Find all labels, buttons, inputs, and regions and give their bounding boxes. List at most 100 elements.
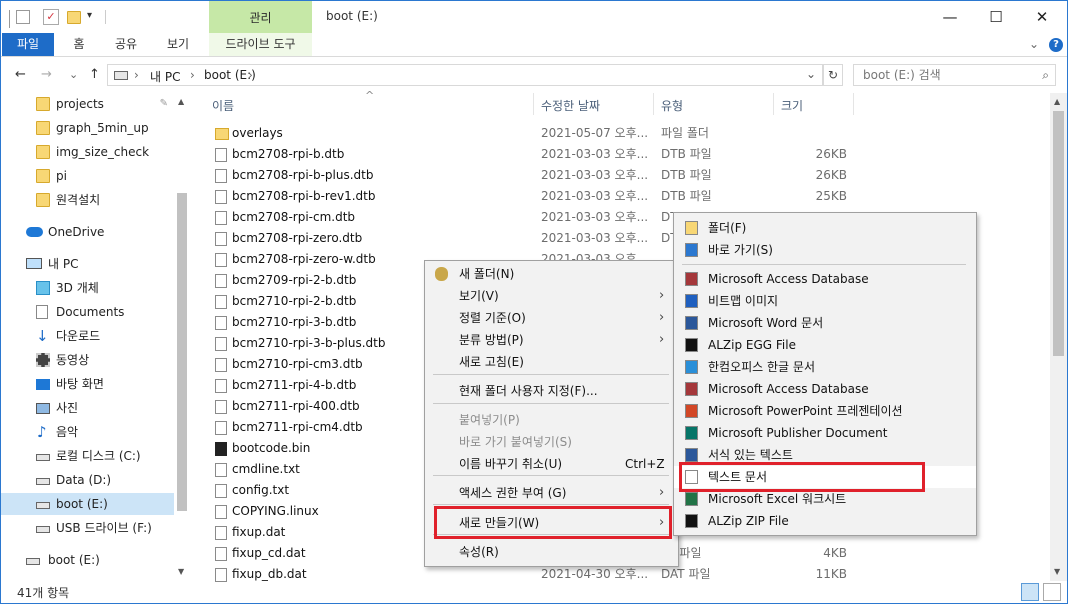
tab-share[interactable]: 공유	[104, 33, 148, 56]
search-input[interactable]: boot (E:) 검색 ⌕	[853, 64, 1056, 86]
context-menu-item[interactable]: 정렬 기준(O) ›	[425, 307, 678, 329]
manage-context-tab[interactable]: 관리	[209, 1, 312, 33]
file-row[interactable]: overlays 2021-05-07 오후... 파일 폴더	[197, 123, 1049, 144]
nav-item-3d[interactable]: 3D 개체	[1, 277, 176, 299]
tab-view[interactable]: 보기	[153, 33, 203, 56]
tab-home[interactable]: 홈	[59, 33, 99, 56]
file-date: 2021-05-07 오후...	[541, 126, 649, 140]
nav-scrollbar[interactable]: ▲ ▼	[174, 93, 190, 581]
nav-item-drive-d[interactable]: Data (D:)	[1, 469, 176, 491]
submenu-item[interactable]: 비트맵 이미지	[674, 290, 976, 312]
context-menu-item[interactable]: 현재 폴더 사용자 지정(F)...	[425, 380, 678, 402]
column-name[interactable]: 이름	[212, 97, 234, 114]
scroll-down-icon[interactable]: ▼	[1054, 567, 1060, 576]
context-menu-item[interactable]: 이름 바꾸기 취소(U) Ctrl+Z	[425, 453, 678, 475]
submenu-item[interactable]: ALZip EGG File	[674, 334, 976, 356]
nav-item-onedrive[interactable]: OneDrive	[1, 221, 176, 243]
submenu-item[interactable]: Microsoft PowerPoint 프레젠테이션	[674, 400, 976, 422]
folder-icon	[36, 145, 50, 159]
context-menu-item[interactable]: 새 폴더(N)	[425, 263, 678, 285]
access-icon	[685, 272, 698, 286]
submenu-item[interactable]: Microsoft Word 문서	[674, 312, 976, 334]
customize-quick-access-icon[interactable]: ▾	[87, 10, 92, 28]
back-button[interactable]: ←	[15, 67, 26, 82]
nav-item-pi[interactable]: pi	[1, 165, 176, 187]
recent-locations-button[interactable]: ⌄	[69, 68, 78, 81]
column-type[interactable]: 유형	[661, 97, 683, 114]
submenu-item[interactable]: 바로 가기(S)	[674, 239, 976, 261]
new-folder-quick-icon[interactable]	[67, 11, 81, 24]
nav-item-drive-c[interactable]: 로컬 디스크 (C:)	[1, 445, 176, 467]
up-button[interactable]: ↑	[89, 67, 100, 82]
context-menu-item[interactable]: 속성(R)	[425, 541, 678, 563]
scroll-up-icon[interactable]: ▲	[178, 97, 184, 106]
nav-item-graph[interactable]: graph_5min_up	[1, 117, 176, 139]
nav-item-boot-bottom[interactable]: boot (E:)	[1, 549, 176, 571]
column-size[interactable]: 크기	[781, 97, 803, 114]
file-type: DTB 파일	[661, 168, 712, 182]
nav-item-projects[interactable]: projects ✎	[1, 93, 176, 115]
file-icon	[215, 253, 227, 267]
new-folder-icon	[435, 267, 448, 281]
scroll-down-icon[interactable]: ▼	[178, 567, 184, 576]
scroll-up-icon[interactable]: ▲	[1054, 97, 1060, 106]
nav-scroll-thumb[interactable]	[177, 193, 187, 511]
details-view-button[interactable]	[1021, 583, 1039, 601]
nav-item-desktop[interactable]: 바탕 화면	[1, 373, 176, 395]
submenu-item[interactable]: Microsoft Access Database	[674, 378, 976, 400]
ribbon-collapse-icon[interactable]: ⌄	[1029, 37, 1039, 51]
drive-icon	[36, 478, 50, 485]
zip-icon	[685, 514, 698, 528]
breadcrumb-this-pc[interactable]: 내 PC	[150, 68, 180, 85]
close-button[interactable]: ✕	[1019, 1, 1065, 33]
context-menu-item[interactable]: 바로 가기 붙여넣기(S)	[425, 431, 678, 453]
file-row[interactable]: bcm2708-rpi-b-rev1.dtb 2021-03-03 오후... DT…	[197, 186, 1049, 207]
file-name: bcm2711-rpi-4-b.dtb	[232, 378, 357, 392]
tab-file[interactable]: 파일	[2, 33, 54, 56]
nav-item-videos[interactable]: 동영상	[1, 349, 176, 371]
forward-button[interactable]: →	[41, 67, 52, 82]
file-list-scroll-thumb[interactable]	[1053, 111, 1064, 356]
address-bar[interactable]: › 내 PC › boot (E:) › ⌄	[107, 64, 823, 86]
nav-item-usb-f[interactable]: USB 드라이브 (F:)	[1, 517, 176, 539]
menu-item-label: 분류 방법(P)	[459, 333, 524, 347]
column-divider[interactable]	[773, 93, 774, 115]
submenu-item[interactable]: Microsoft Publisher Document	[674, 422, 976, 444]
nav-item-img-size[interactable]: img_size_check	[1, 141, 176, 163]
search-placeholder: boot (E:) 검색	[863, 68, 941, 82]
maximize-button[interactable]: ☐	[973, 1, 1019, 33]
file-list-scrollbar[interactable]: ▲ ▼	[1050, 93, 1067, 581]
properties-icon[interactable]: ✓	[43, 9, 59, 25]
context-menu-item[interactable]: 붙여넣기(P)	[425, 409, 678, 431]
column-date[interactable]: 수정한 날짜	[541, 97, 600, 114]
large-icons-view-button[interactable]	[1043, 583, 1061, 601]
column-divider[interactable]	[853, 93, 854, 115]
file-row[interactable]: bcm2708-rpi-b.dtb 2021-03-03 오후... DTB 파일 2…	[197, 144, 1049, 165]
context-menu-item[interactable]: 액세스 권한 부여 (G) ›	[425, 482, 678, 504]
nav-item-drive-e[interactable]: boot (E:)	[1, 493, 176, 515]
refresh-button[interactable]: ↻	[823, 64, 843, 86]
nav-item-music[interactable]: ♪ 음악	[1, 421, 176, 443]
nav-item-pictures[interactable]: 사진	[1, 397, 176, 419]
submenu-item[interactable]: 한컴오피스 한글 문서	[674, 356, 976, 378]
submenu-item[interactable]: Microsoft Access Database	[674, 268, 976, 290]
submenu-item[interactable]: ALZip ZIP File	[674, 510, 976, 532]
submenu-item[interactable]: 폴더(F)	[674, 217, 976, 239]
nav-item-documents[interactable]: Documents	[1, 301, 176, 323]
column-divider[interactable]	[653, 93, 654, 115]
shortcut-icon	[685, 243, 698, 257]
film-icon	[36, 353, 50, 367]
tab-drive-tools[interactable]: 드라이브 도구	[209, 33, 312, 56]
minimize-button[interactable]: —	[927, 1, 973, 33]
nav-item-downloads[interactable]: ↓ 다운로드	[1, 325, 176, 347]
file-row[interactable]: bcm2708-rpi-b-plus.dtb 2021-03-03 오후... DT…	[197, 165, 1049, 186]
context-menu-item[interactable]: 보기(V) ›	[425, 285, 678, 307]
address-dropdown-icon[interactable]: ⌄	[806, 67, 816, 81]
context-menu-item[interactable]: 분류 방법(P) ›	[425, 329, 678, 351]
nav-item-remote-install[interactable]: 원격설치	[1, 189, 176, 211]
column-divider[interactable]	[533, 93, 534, 115]
nav-item-this-pc[interactable]: 내 PC	[1, 253, 176, 275]
context-menu-item[interactable]: 새로 고침(E)	[425, 351, 678, 373]
desktop-icon	[36, 379, 50, 390]
help-icon[interactable]: ?	[1049, 38, 1063, 52]
